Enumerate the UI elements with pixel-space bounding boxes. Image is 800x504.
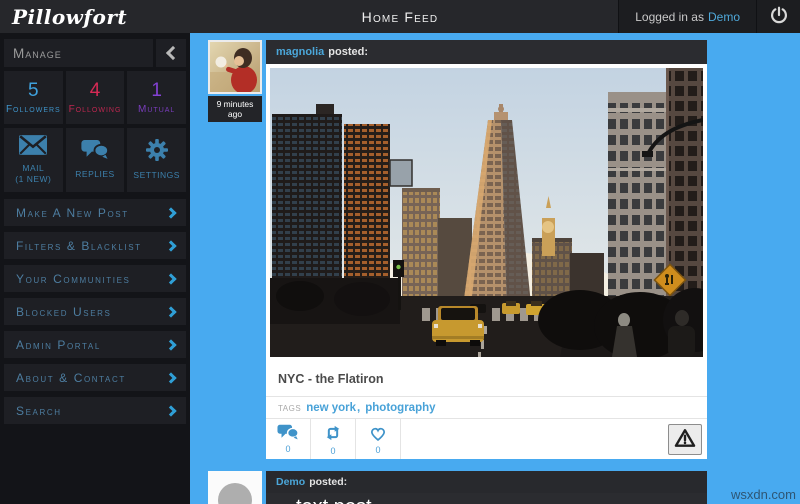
- stat-following[interactable]: 4 Following: [66, 71, 125, 124]
- post-header: Demo posted:: [266, 471, 707, 493]
- sidebar-item-about-contact[interactable]: About & Contact: [4, 364, 186, 391]
- sidebar-menu: Make A New Post Filters & Blacklist Your…: [0, 199, 190, 424]
- posted-label: posted:: [309, 476, 347, 488]
- post-caption: NYC - the Flatiron: [266, 361, 707, 396]
- posted-label: posted:: [328, 46, 368, 58]
- login-prefix: Logged in as: [635, 10, 704, 24]
- replies-icon: [81, 139, 109, 164]
- avatar-placeholder-circle: [218, 483, 252, 504]
- chevron-right-icon: [165, 207, 176, 218]
- logout-button[interactable]: [756, 0, 800, 33]
- navbar-right-section: Logged in as Demo: [618, 0, 800, 33]
- settings-button[interactable]: Settings: [127, 128, 186, 192]
- sidebar-item-filters-blacklist[interactable]: Filters & Blacklist: [4, 232, 186, 259]
- tags-row: Tags new york, photography: [266, 396, 707, 418]
- sidebar-item-admin-portal[interactable]: Admin Portal: [4, 331, 186, 358]
- sidebar-item-search[interactable]: Search: [4, 397, 186, 424]
- quick-actions: Mail (1 New) Replies: [4, 128, 186, 192]
- replies-button[interactable]: Replies: [66, 128, 125, 192]
- mail-label: Mail (1 New): [15, 163, 51, 185]
- settings-label: Settings: [133, 170, 180, 181]
- reblog-icon: [323, 423, 343, 446]
- username-link[interactable]: Demo: [276, 476, 305, 488]
- watermark: wsxdn.com: [731, 487, 796, 502]
- avatar-placeholder[interactable]: [208, 471, 262, 504]
- text-post-body: text post: [266, 493, 707, 504]
- post-demo: Demo posted: text post: [208, 471, 800, 504]
- following-label: Following: [69, 104, 122, 115]
- mail-button[interactable]: Mail (1 New): [4, 128, 63, 192]
- username-link[interactable]: magnolia: [276, 46, 324, 58]
- chevron-right-icon: [165, 339, 176, 350]
- followers-label: Followers: [6, 104, 61, 115]
- tag-link[interactable]: photography: [365, 402, 435, 414]
- app-window: Pillowfort Home Feed Logged in as Demo M…: [0, 0, 800, 504]
- post-content: magnolia posted:: [266, 40, 707, 459]
- pillowfort-logo[interactable]: Pillowfort: [0, 5, 139, 29]
- reblog-button[interactable]: 0: [311, 419, 356, 459]
- like-button[interactable]: 0: [356, 419, 401, 459]
- post-timestamp[interactable]: 9 minutes ago: [208, 96, 262, 122]
- manage-label: Manage: [4, 39, 153, 67]
- photo-wrapper: 5: [266, 64, 707, 361]
- login-status: Logged in as Demo: [619, 0, 756, 33]
- avatar[interactable]: [208, 40, 262, 94]
- mutual-count: 1: [151, 80, 162, 102]
- tag-link[interactable]: new york: [306, 402, 356, 414]
- sidebar-collapse-button[interactable]: [156, 39, 186, 67]
- mutual-label: Mutual: [138, 104, 175, 115]
- post-body: 5: [266, 64, 707, 459]
- followers-count: 5: [28, 80, 39, 102]
- following-count: 4: [90, 80, 101, 102]
- sidebar-item-blocked-users[interactable]: Blocked Users: [4, 298, 186, 325]
- stat-followers[interactable]: 5 Followers: [4, 71, 63, 124]
- post-magnolia: 9 minutes ago magnolia posted:: [208, 40, 800, 459]
- logged-in-user-link[interactable]: Demo: [708, 10, 740, 24]
- manage-bar: Manage: [4, 39, 186, 67]
- comment-icon: [277, 424, 299, 444]
- post-photo[interactable]: 5: [270, 68, 703, 357]
- sidebar: Manage 5 Followers 4 Following 1 Mutual: [0, 33, 190, 504]
- post-header: magnolia posted:: [266, 40, 707, 64]
- post-side-column: [208, 471, 262, 504]
- stat-mutual[interactable]: 1 Mutual: [127, 71, 186, 124]
- sidebar-item-your-communities[interactable]: Your Communities: [4, 265, 186, 292]
- report-button[interactable]: [668, 424, 702, 455]
- chevron-right-icon: [165, 405, 176, 416]
- replies-label: Replies: [75, 169, 114, 180]
- chevron-right-icon: [165, 306, 176, 317]
- chevron-right-icon: [165, 240, 176, 251]
- chevron-right-icon: [165, 273, 176, 284]
- chevron-left-icon: [165, 46, 179, 60]
- tags-label: Tags: [278, 404, 301, 413]
- top-navbar: Pillowfort Home Feed Logged in as Demo: [0, 0, 800, 33]
- sidebar-item-make-a-new-post[interactable]: Make A New Post: [4, 199, 186, 226]
- heart-icon: [368, 424, 388, 445]
- comment-button[interactable]: 0: [266, 419, 311, 459]
- power-icon: [769, 5, 789, 28]
- post-side-column: 9 minutes ago: [208, 40, 262, 459]
- home-feed: 9 minutes ago magnolia posted:: [190, 33, 800, 504]
- like-count: 0: [375, 445, 380, 455]
- post-footer: 0 0: [266, 418, 707, 459]
- warning-triangle-icon: [674, 428, 696, 451]
- mail-icon: [19, 135, 47, 158]
- tag-separator: ,: [357, 402, 360, 414]
- follow-stats: 5 Followers 4 Following 1 Mutual: [4, 71, 186, 124]
- settings-icon: [145, 138, 169, 165]
- comment-count: 0: [285, 444, 290, 454]
- post-content: Demo posted: text post: [266, 471, 707, 504]
- reblog-count: 0: [330, 446, 335, 456]
- chevron-right-icon: [165, 372, 176, 383]
